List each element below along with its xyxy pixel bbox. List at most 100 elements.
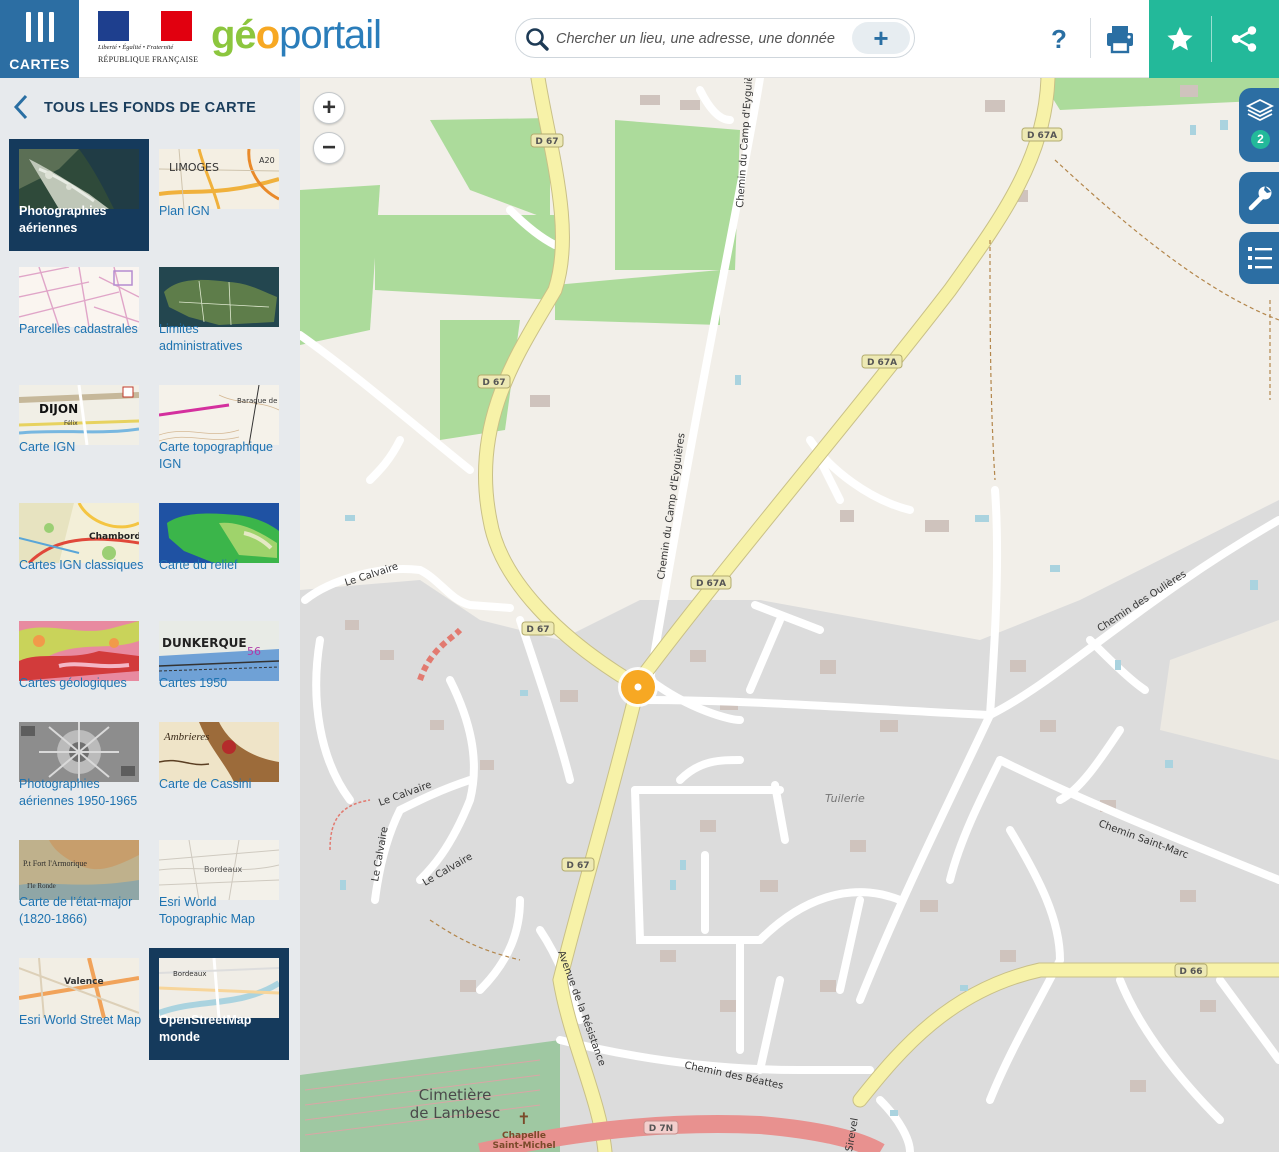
svg-text:de Lambesc: de Lambesc xyxy=(410,1104,501,1122)
svg-text:D 67: D 67 xyxy=(482,378,505,388)
basemap-tile-cartes-geologiques[interactable]: Cartes géologiques xyxy=(9,611,149,723)
svg-text:D 67A: D 67A xyxy=(867,358,897,368)
favorites-button[interactable] xyxy=(1149,0,1211,78)
basemap-tile-limites-administratives[interactable]: Limites administratives xyxy=(149,257,289,369)
basemap-tile-carte-ign[interactable]: DIJON Félix Carte IGN xyxy=(9,375,149,487)
svg-text:Ambrieres: Ambrieres xyxy=(163,731,209,743)
aerial-1950-thumbnail xyxy=(19,722,139,782)
svg-text:Valence: Valence xyxy=(64,977,104,987)
tile-label: Cartes 1950 xyxy=(159,676,228,690)
cassini-thumbnail: Ambrieres xyxy=(159,722,279,782)
search-input[interactable] xyxy=(556,27,856,51)
tile-label: Carte de l’état-major (1820-1866) xyxy=(19,895,133,926)
print-icon[interactable] xyxy=(1100,20,1140,58)
svg-text:Bordeaux: Bordeaux xyxy=(204,865,243,874)
svg-text:D 66: D 66 xyxy=(1179,967,1202,977)
menu-icon xyxy=(26,12,54,42)
panel-header: TOUS LES FONDS DE CARTE xyxy=(0,78,300,138)
basemap-tile-photographies-aeriennes-1950-1965[interactable]: Photographies aériennes 1950-1965 xyxy=(9,712,149,824)
geoportail-logo[interactable]: géoportail xyxy=(211,11,382,59)
list-icon xyxy=(1248,247,1272,269)
basemap-tile-carte-du-relief[interactable]: Carte du relief xyxy=(149,493,289,605)
basemap-tile-cartes-ign-classiques[interactable]: Chambord Cartes IGN classiques xyxy=(9,493,149,605)
osm-map-render[interactable]: D 67 D 67A D 67 D 67A D 67A D 67 D 67 D … xyxy=(300,78,1279,1152)
republic-name: RÉPUBLIQUE FRANÇAISE xyxy=(98,55,199,64)
svg-text:I'le Ronde: I'le Ronde xyxy=(27,882,56,890)
basemap-tile-openstreetmap-monde[interactable]: Bordeaux OpenStreetMap monde xyxy=(149,948,289,1060)
svg-text:Chambord: Chambord xyxy=(89,532,139,542)
layers-tool-button[interactable]: 2 xyxy=(1239,88,1279,162)
legend-list-button[interactable] xyxy=(1239,232,1279,284)
svg-text:D 67: D 67 xyxy=(526,625,549,635)
basemap-tile-photographies-aeriennes[interactable]: Photographies aériennes xyxy=(9,139,149,251)
basemap-tile-esri-world-topographic[interactable]: Bordeaux Esri World Topographic Map xyxy=(149,830,289,942)
svg-text:Saint-Michel: Saint-Michel xyxy=(492,1141,555,1151)
cadastral-thumbnail xyxy=(19,267,139,327)
tile-label: Limites administratives xyxy=(159,322,243,353)
zoom-out-button[interactable]: − xyxy=(313,132,345,164)
svg-text:A20: A20 xyxy=(259,156,275,165)
back-chevron-icon[interactable] xyxy=(11,93,31,121)
svg-text:P.t Fort l'Armorique: P.t Fort l'Armorique xyxy=(23,859,87,868)
basemap-tile-cartes-1950[interactable]: DUNKERQUE 56 Cartes 1950 xyxy=(149,611,289,723)
brand-portail: portail xyxy=(279,13,382,57)
svg-text:Chapelle: Chapelle xyxy=(502,1131,546,1141)
maps-menu-label: CARTES xyxy=(9,56,70,72)
republic-motto: Liberté • Égalité • Fraternité xyxy=(98,44,174,51)
location-marker-icon[interactable] xyxy=(618,667,658,707)
admin-limits-thumbnail xyxy=(159,267,279,327)
svg-text:D 7N: D 7N xyxy=(649,1124,673,1134)
layers-icon xyxy=(1246,98,1274,122)
esri-topo-thumbnail: Bordeaux xyxy=(159,840,279,900)
search-add-button[interactable]: + xyxy=(852,22,910,54)
topo-ign-thumbnail: Baraque de l'Estrade xyxy=(159,385,279,445)
basemap-tile-plan-ign[interactable]: LIMOGES A20 Plan IGN xyxy=(149,139,289,251)
svg-text:LIMOGES: LIMOGES xyxy=(169,161,219,174)
svg-text:56: 56 xyxy=(247,645,261,658)
map-canvas[interactable]: D 67 D 67A D 67 D 67A D 67A D 67 D 67 D … xyxy=(300,78,1279,1152)
basemap-tile-esri-world-street[interactable]: Valence Esri World Street Map xyxy=(9,948,149,1060)
tile-label: Photographies aériennes 1950-1965 xyxy=(19,777,138,808)
header-divider xyxy=(1090,18,1091,58)
tile-label: Carte de Cassini xyxy=(159,777,252,791)
republique-francaise-logo[interactable]: Liberté • Égalité • Fraternité RÉPUBLIQU… xyxy=(98,11,199,69)
svg-text:D 67: D 67 xyxy=(566,861,589,871)
tile-label: Esri World Street Map xyxy=(19,1013,142,1027)
svg-text:D 67: D 67 xyxy=(535,137,558,147)
svg-text:Tuilerie: Tuilerie xyxy=(825,792,865,805)
svg-text:Baraque de l'Estrade: Baraque de l'Estrade xyxy=(237,397,279,405)
svg-text:D 67A: D 67A xyxy=(1027,131,1057,141)
maps-1950-thumbnail: DUNKERQUE 56 xyxy=(159,621,279,681)
esri-street-thumbnail: Valence xyxy=(19,958,139,1018)
help-button[interactable]: ? xyxy=(1040,20,1078,58)
tile-label: Parcelles cadastrales xyxy=(19,322,138,336)
brand-o: o xyxy=(255,13,280,57)
tile-label: Esri World Topographic Map xyxy=(159,895,255,926)
wrench-icon xyxy=(1248,186,1272,211)
svg-text:Cimetière: Cimetière xyxy=(419,1086,492,1104)
osm-thumbnail: Bordeaux xyxy=(159,958,279,1018)
etat-major-thumbnail: P.t Fort l'Armorique I'le Ronde xyxy=(19,840,139,900)
maps-menu-button[interactable]: CARTES xyxy=(0,0,79,78)
basemap-panel: TOUS LES FONDS DE CARTE Photographies aé… xyxy=(0,78,300,1152)
panel-title: TOUS LES FONDS DE CARTE xyxy=(44,100,257,116)
basemap-tile-carte-topographique-ign[interactable]: Baraque de l'Estrade Carte topographique… xyxy=(149,375,289,487)
search-icon[interactable] xyxy=(524,26,550,52)
share-button[interactable] xyxy=(1211,0,1279,78)
basemap-tile-carte-etat-major[interactable]: P.t Fort l'Armorique I'le Ronde Carte de… xyxy=(9,830,149,942)
svg-text:Bordeaux: Bordeaux xyxy=(173,970,206,978)
search-bar: + xyxy=(515,18,915,58)
tile-label: Cartes géologiques xyxy=(19,676,127,690)
geology-thumbnail xyxy=(19,621,139,681)
relief-thumbnail xyxy=(159,503,279,563)
tile-label: OpenStreetMap monde xyxy=(159,1013,252,1044)
svg-text:D 67A: D 67A xyxy=(696,579,726,589)
zoom-in-button[interactable]: + xyxy=(313,92,345,124)
marianne-flag-icon xyxy=(98,11,192,41)
basemap-tile-carte-de-cassini[interactable]: Ambrieres Carte de Cassini xyxy=(149,712,289,824)
star-icon xyxy=(1167,26,1193,51)
tools-button[interactable] xyxy=(1239,172,1279,224)
carte-ign-thumbnail: DIJON Félix xyxy=(19,385,139,445)
basemap-tile-parcelles-cadastrales[interactable]: Parcelles cadastrales xyxy=(9,257,149,369)
tile-label: Cartes IGN classiques xyxy=(19,558,144,572)
